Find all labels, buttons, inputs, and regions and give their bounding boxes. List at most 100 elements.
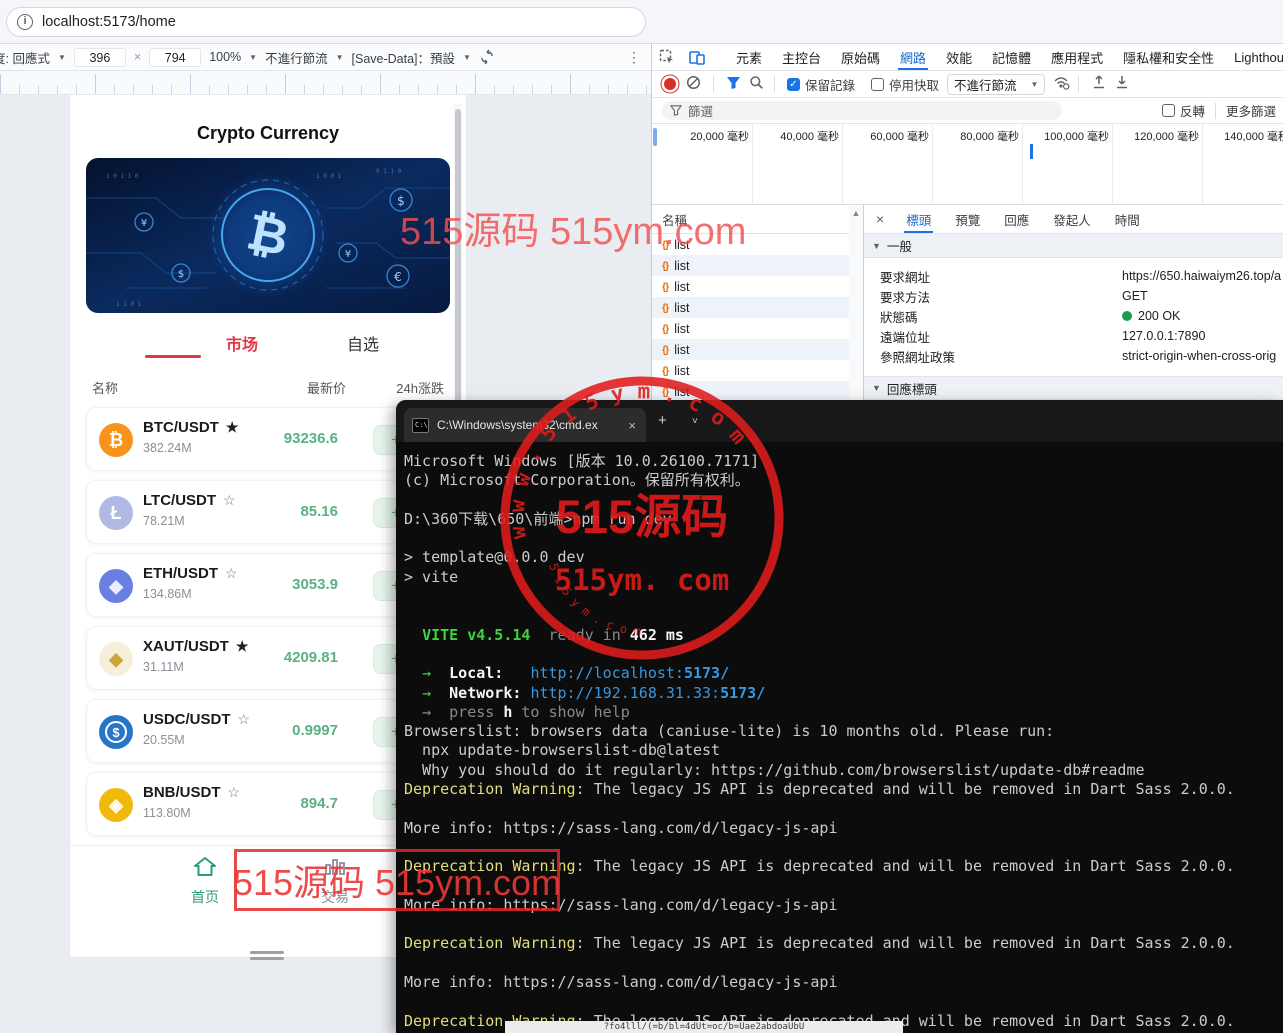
request-row[interactable]: {}list [652, 255, 863, 276]
preserve-log-checkbox[interactable]: ✓ [787, 78, 800, 91]
terminal-line [404, 954, 1283, 973]
coin-row[interactable]: $USDC/USDT☆20.55M0.9997+ [86, 699, 434, 763]
json-file-icon: {} [662, 365, 668, 377]
request-row[interactable]: {}list [652, 234, 863, 255]
details-tab-標頭[interactable]: 標頭 [894, 205, 943, 233]
terminal-line: D:\360下载\650\前端>npm run dev [404, 510, 1283, 529]
savedata-select[interactable]: [Save-Data]：預設 [352, 48, 456, 67]
inspect-element-icon[interactable] [659, 49, 675, 65]
column-header-price: 最新价 [276, 378, 346, 397]
devtools-tab-效能[interactable]: 效能 [936, 44, 982, 70]
coin-symbol: $ [105, 721, 127, 743]
device-throttle-select[interactable]: 不進行節流 [265, 48, 328, 67]
request-list-header[interactable]: 名稱 [652, 205, 863, 234]
request-row[interactable]: {}list [652, 297, 863, 318]
header-value: strict-origin-when-cross-orig [1122, 349, 1276, 363]
devtools-tab-Lighthouse[interactable]: Lighthouse [1224, 44, 1283, 70]
app-scrollbar-thumb[interactable] [455, 109, 461, 419]
coin-pair: BTC/USDT★ [143, 419, 238, 436]
disable-cache-checkbox[interactable] [871, 78, 884, 91]
new-tab-icon[interactable]: + [658, 412, 667, 429]
request-name: list [674, 343, 689, 357]
scroll-up-icon[interactable]: ▲ [849, 206, 863, 220]
more-filters-button[interactable]: 更多篩選 [1226, 101, 1276, 120]
header-key: 要求網址 [864, 267, 1122, 286]
tab-watchlist[interactable]: 自选 [347, 331, 379, 355]
devtools-tab-原始碼[interactable]: 原始碼 [831, 44, 890, 70]
terminal-titlebar[interactable]: C:\ C:\Windows\system32\cmd.ex × + ˅ [396, 400, 1283, 442]
nav-item-首页[interactable]: 首页 [170, 855, 240, 907]
timeline-handle[interactable] [653, 128, 657, 146]
toggle-device-toolbar-icon[interactable] [689, 49, 705, 65]
coin-row[interactable]: ◆XAUT/USDT★31.11M4209.81+ [86, 626, 434, 690]
rotate-device-icon[interactable] [479, 49, 495, 65]
terminal-line: Deprecation Warning: The legacy JS API i… [404, 934, 1283, 953]
network-filter-input[interactable]: 篩選 [662, 101, 1062, 120]
filter-icon[interactable] [726, 76, 741, 93]
response-headers-section-header[interactable]: ▼ 回應標頭 [864, 376, 1283, 400]
terminal-line: More info: https://sass-lang.com/d/legac… [404, 819, 1283, 838]
invert-filter-checkbox[interactable] [1162, 104, 1175, 117]
terminal-line: npx update-browserslist-db@latest [404, 741, 1283, 760]
coin-pair: ETH/USDT☆ [143, 565, 238, 582]
request-row[interactable]: {}list [652, 381, 863, 402]
network-conditions-icon[interactable] [1053, 75, 1070, 93]
record-network-log-icon[interactable] [664, 78, 676, 90]
nav-label: 首页 [170, 887, 240, 907]
more-options-icon[interactable]: ⋮ [627, 49, 641, 66]
devtools-tab-元素[interactable]: 元素 [726, 44, 772, 70]
devtools-tab-網路[interactable]: 網路 [890, 44, 936, 70]
details-tab-預覽[interactable]: 預覽 [943, 205, 992, 233]
coin-row[interactable]: ◆ETH/USDT☆134.86M3053.9+ [86, 553, 434, 617]
details-tab-回應[interactable]: 回應 [992, 205, 1041, 233]
coin-row[interactable]: ₿BTC/USDT★382.24M93236.6+ [86, 407, 434, 471]
export-har-icon[interactable] [1115, 75, 1129, 93]
network-throttle-select[interactable]: 不進行節流 ▼ [947, 74, 1045, 95]
devtools-tab-應用程式[interactable]: 應用程式 [1041, 44, 1113, 70]
tab-market[interactable]: 市场 [226, 331, 258, 355]
terminal-tab[interactable]: C:\ C:\Windows\system32\cmd.ex × [404, 408, 646, 442]
address-bar[interactable]: i localhost:5173/home [6, 7, 646, 37]
import-har-icon[interactable] [1092, 75, 1106, 93]
general-section-header[interactable]: ▼ 一般 [864, 234, 1283, 258]
coin-volume: 134.86M [143, 587, 192, 601]
tab-dropdown-icon[interactable]: ˅ [692, 416, 698, 427]
request-row[interactable]: {}list [652, 318, 863, 339]
devtools-tab-主控台[interactable]: 主控台 [772, 44, 831, 70]
coin-volume: 113.80M [143, 806, 191, 820]
page-title: Crypto Currency [70, 123, 466, 144]
header-kv-row: 參照網址政策strict-origin-when-cross-orig [864, 346, 1283, 366]
request-row[interactable]: {} list [652, 360, 863, 381]
details-tab-發起人[interactable]: 發起人 [1041, 205, 1103, 233]
status-ok-dot [1122, 311, 1132, 321]
device-zoom-select[interactable]: 100% [209, 50, 241, 64]
clear-network-log-icon[interactable] [686, 75, 701, 93]
request-row[interactable]: {}list [652, 339, 863, 360]
page-info-icon[interactable]: i [17, 14, 33, 30]
device-width-input[interactable]: 396 [74, 48, 126, 67]
device-mode-select[interactable]: 度: 回應式 [0, 48, 50, 67]
coin-row[interactable]: ◈BNB/USDT☆113.80M894.7+ [86, 772, 434, 836]
nav-item-交易[interactable]: 交易 [300, 855, 370, 907]
search-icon[interactable] [749, 75, 764, 93]
close-tab-icon[interactable]: × [626, 418, 638, 433]
details-tab-時間[interactable]: 時間 [1103, 205, 1152, 233]
terminal-line: More info: https://sass-lang.com/d/legac… [404, 896, 1283, 915]
coin-price: 3053.9 [227, 576, 338, 593]
device-ruler [0, 71, 651, 95]
request-name: list [674, 364, 689, 378]
header-value: https://650.haiwaiym26.top/a [1122, 269, 1281, 283]
terminal-output[interactable]: Microsoft Windows [版本 10.0.26100.7171](c… [396, 442, 1283, 1033]
devtools-tab-隱私權和安全性[interactable]: 隱私權和安全性 [1113, 44, 1224, 70]
devtools-tab-記憶體[interactable]: 記憶體 [982, 44, 1041, 70]
coin-symbol: ₿ [109, 430, 124, 451]
device-height-input[interactable]: 794 [149, 48, 201, 67]
network-timeline[interactable]: 20,000 毫秒40,000 毫秒60,000 毫秒80,000 毫秒100,… [652, 124, 1283, 205]
request-row[interactable]: {}list [652, 276, 863, 297]
terminal-line: > vite [404, 568, 1283, 587]
close-details-icon[interactable]: × [876, 211, 884, 227]
coin-row[interactable]: ŁLTC/USDT☆78.21M85.16+ [86, 480, 434, 544]
timeline-tick-label: 20,000 毫秒 [663, 128, 749, 144]
chevron-down-icon: ▼ [463, 53, 471, 62]
active-tab-underline [145, 355, 201, 358]
